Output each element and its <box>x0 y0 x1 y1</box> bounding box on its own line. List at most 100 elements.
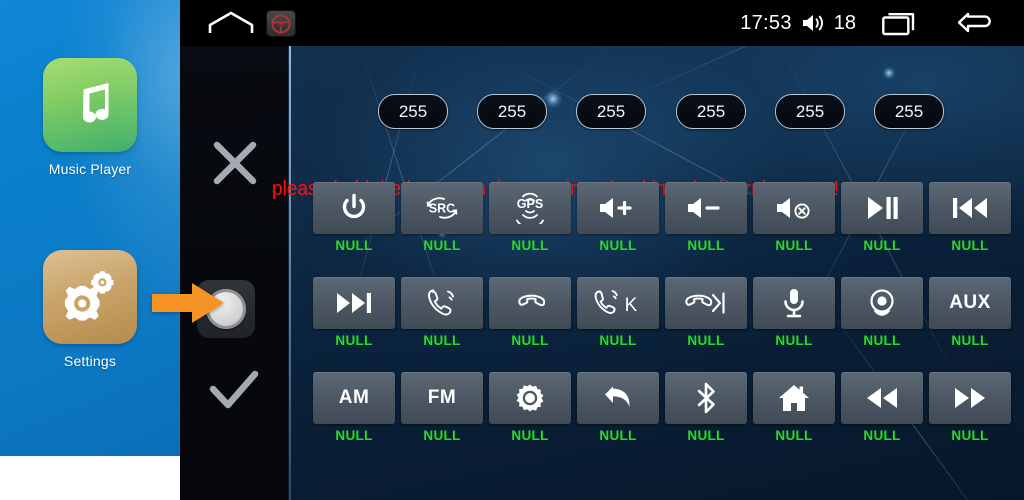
volume-down-icon[interactable] <box>665 182 747 234</box>
camera-icon[interactable] <box>841 277 923 329</box>
function-cell-rewind[interactable]: NULL <box>841 372 923 443</box>
function-cell-end-call[interactable]: NULL <box>489 277 571 348</box>
gears-icon <box>43 250 137 344</box>
binding-status: NULL <box>335 333 373 348</box>
tool-strip <box>180 46 288 500</box>
power-icon[interactable] <box>313 182 395 234</box>
binding-status: NULL <box>511 238 549 253</box>
binding-status: NULL <box>687 428 725 443</box>
close-x-icon[interactable] <box>211 139 259 187</box>
svg-text:K: K <box>625 295 638 316</box>
app-screen: Music Player Settings 17:53 18 255 255 2… <box>0 0 1024 500</box>
vertical-divider <box>289 46 291 500</box>
microphone-icon[interactable] <box>753 277 835 329</box>
volume-up-icon[interactable] <box>577 182 659 234</box>
function-cell-source[interactable]: SRC NULL <box>401 182 483 253</box>
binding-status: NULL <box>863 428 901 443</box>
function-cell-aux[interactable]: AUX NULL <box>929 277 1011 348</box>
binding-status: NULL <box>687 238 725 253</box>
function-cell-mute[interactable]: NULL <box>753 182 835 253</box>
swc-learning-screen: 255 255 255 255 255 255 please hold the … <box>180 46 1024 500</box>
binding-status: NULL <box>775 428 813 443</box>
launcher-item-music-player[interactable]: Music Player <box>0 58 180 177</box>
volume-indicator[interactable]: 18 <box>801 12 856 35</box>
function-cell-play-pause[interactable]: NULL <box>841 182 923 253</box>
fast-forward-icon[interactable] <box>929 372 1011 424</box>
gps-icon[interactable]: GPS <box>489 182 571 234</box>
binding-status: NULL <box>951 238 989 253</box>
back-arrow-icon[interactable] <box>956 10 998 36</box>
main-panel: 17:53 18 255 255 255 255 255 255 please … <box>180 0 1024 500</box>
aux-label: AUX <box>949 292 991 313</box>
phone-ring-icon[interactable] <box>401 277 483 329</box>
brightness-gear-icon[interactable] <box>489 372 571 424</box>
function-cell-gps[interactable]: GPS NULL <box>489 182 571 253</box>
volume-mute-icon[interactable] <box>753 182 835 234</box>
value-pill[interactable]: 255 <box>576 94 646 129</box>
fm-text-icon[interactable]: FM <box>401 372 483 424</box>
function-cell-hangup-skip[interactable]: NULL <box>665 277 747 348</box>
function-cell-volume-up[interactable]: NULL <box>577 182 659 253</box>
value-pill[interactable]: 255 <box>676 94 746 129</box>
svg-text:SRC: SRC <box>429 202 455 216</box>
function-cell-fm-band[interactable]: FM NULL <box>401 372 483 443</box>
function-cell-voice-mic[interactable]: NULL <box>753 277 835 348</box>
fm-label: FM <box>427 387 457 408</box>
am-label: AM <box>338 387 370 408</box>
function-cell-next-track[interactable]: NULL <box>313 277 395 348</box>
value-pill[interactable]: 255 <box>775 94 845 129</box>
function-cell-answer-call[interactable]: NULL <box>401 277 483 348</box>
binding-status: NULL <box>599 333 637 348</box>
steering-wheel-icon[interactable] <box>266 10 296 37</box>
function-cell-bluetooth[interactable]: NULL <box>665 372 747 443</box>
function-cell-am-band[interactable]: AM NULL <box>313 372 395 443</box>
binding-status: NULL <box>335 238 373 253</box>
phone-hangup-skip-icon[interactable] <box>665 277 747 329</box>
home-icon[interactable] <box>753 372 835 424</box>
value-pill[interactable]: 255 <box>378 94 448 129</box>
binding-status: NULL <box>775 333 813 348</box>
status-bar: 17:53 18 <box>180 0 1024 46</box>
am-text-icon[interactable]: AM <box>313 372 395 424</box>
value-pill[interactable]: 255 <box>874 94 944 129</box>
launcher-sidebar: Music Player Settings <box>0 0 180 456</box>
launcher-item-label: Music Player <box>48 161 132 177</box>
value-pill[interactable]: 255 <box>477 94 547 129</box>
volume-icon <box>801 12 827 34</box>
binding-status: NULL <box>863 238 901 253</box>
orange-arrow-icon <box>152 283 224 323</box>
phone-ring-k-icon[interactable]: K <box>577 277 659 329</box>
music-note-icon <box>43 58 137 152</box>
home-outline-icon[interactable] <box>208 11 254 35</box>
function-cell-brightness[interactable]: NULL <box>489 372 571 443</box>
binding-status: NULL <box>599 428 637 443</box>
clock: 17:53 <box>740 11 792 34</box>
binding-status: NULL <box>511 333 549 348</box>
play-pause-icon[interactable] <box>841 182 923 234</box>
binding-status: NULL <box>423 238 461 253</box>
binding-status: NULL <box>863 333 901 348</box>
function-cell-home[interactable]: NULL <box>753 372 835 443</box>
binding-status: NULL <box>775 238 813 253</box>
binding-status: NULL <box>951 428 989 443</box>
src-icon[interactable]: SRC <box>401 182 483 234</box>
function-cell-power[interactable]: NULL <box>313 182 395 253</box>
rewind-icon[interactable] <box>841 372 923 424</box>
binding-status: NULL <box>423 428 461 443</box>
function-cell-volume-down[interactable]: NULL <box>665 182 747 253</box>
function-cell-camera[interactable]: NULL <box>841 277 923 348</box>
previous-track-icon[interactable] <box>929 182 1011 234</box>
back-curve-icon[interactable] <box>577 372 659 424</box>
next-track-icon[interactable] <box>313 277 395 329</box>
bluetooth-icon[interactable] <box>665 372 747 424</box>
check-icon[interactable] <box>208 369 260 413</box>
binding-status: NULL <box>335 428 373 443</box>
aux-text-icon[interactable]: AUX <box>929 277 1011 329</box>
function-cell-back[interactable]: NULL <box>577 372 659 443</box>
launcher-item-label: Settings <box>63 353 117 369</box>
function-cell-fast-forward[interactable]: NULL <box>929 372 1011 443</box>
function-cell-previous-track[interactable]: NULL <box>929 182 1011 253</box>
recents-icon[interactable] <box>882 10 922 36</box>
function-cell-call-k[interactable]: K NULL <box>577 277 659 348</box>
phone-hangup-icon[interactable] <box>489 277 571 329</box>
